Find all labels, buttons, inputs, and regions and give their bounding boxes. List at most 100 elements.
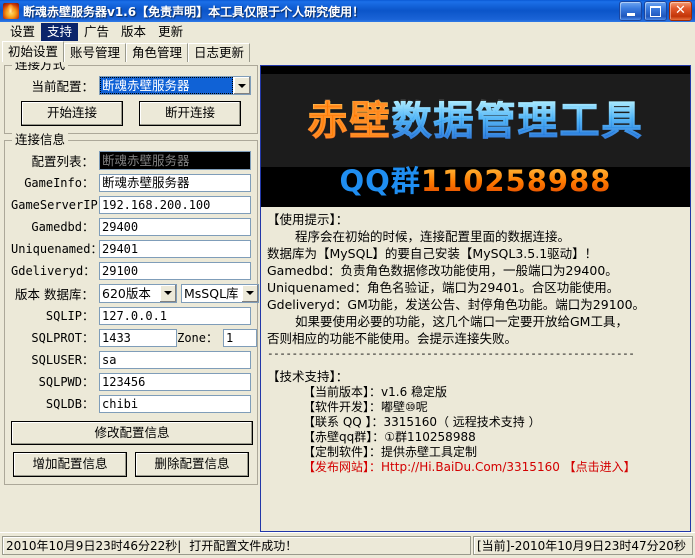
database-value: MsSQL库 xyxy=(182,285,241,302)
version-db-row: 版本 数据库： 620版本 MsSQL库 xyxy=(11,284,251,303)
tab-account-management[interactable]: 账号管理 xyxy=(64,43,126,62)
support-key-qqgroup: 【赤壁qq群】： xyxy=(303,430,384,444)
connection-info-group: 连接信息 配置列表： 断魂赤壁服务器 GameInfo： 断魂赤壁服务器 Gam… xyxy=(4,140,258,485)
close-button[interactable]: ✕ xyxy=(669,1,692,21)
modify-config-button[interactable]: 修改配置信息 xyxy=(11,421,253,446)
delete-config-button[interactable]: 删除配置信息 xyxy=(135,452,249,477)
version-value: 620版本 xyxy=(100,285,159,302)
tab-strip: 初始设置 账号管理 角色管理 日志更新 xyxy=(0,41,695,62)
zone-input[interactable]: 1 xyxy=(223,329,257,347)
support-value-website[interactable]: Http://Hi.BaiDu.Com/3315160 【点击进入】 xyxy=(381,460,636,474)
window-title: 断魂赤壁服务器v1.6【免责声明】本工具仅限于个人研究使用！ xyxy=(23,3,364,20)
support-key-custom: 【定制软件】： xyxy=(303,445,381,459)
sqlpwd-input[interactable]: 123456 xyxy=(99,373,251,391)
banner-title-row: 赤壁数据管理工具 xyxy=(261,74,690,167)
menu-item-update[interactable]: 更新 xyxy=(152,23,189,41)
sqlip-row: SQLIP： 127.0.0.1 xyxy=(11,307,251,325)
gameserverip-row: GameServerIP： 192.168.200.100 xyxy=(11,196,251,214)
menu-bar: 设置 支持 广告 版本 更新 xyxy=(0,22,695,41)
current-config-combobox[interactable]: 断魂赤壁服务器 xyxy=(99,76,251,95)
support-key-qq: 【联系 QQ 】： xyxy=(303,415,384,429)
support-value-version: v1.6 稳定版 xyxy=(381,385,447,399)
minimize-button[interactable] xyxy=(619,1,642,21)
gameinfo-input[interactable]: 断魂赤壁服务器 xyxy=(99,174,251,192)
sqlip-input[interactable]: 127.0.0.1 xyxy=(99,307,251,325)
sqlpwd-label: SQLPWD： xyxy=(11,373,99,390)
chevron-down-icon[interactable] xyxy=(159,285,176,302)
menu-item-version[interactable]: 版本 xyxy=(115,23,152,41)
gameinfo-label: GameInfo： xyxy=(11,174,99,191)
uniquenamed-input[interactable]: 29401 xyxy=(99,240,251,258)
support-key-website: 【发布网站】： xyxy=(303,460,381,474)
config-action-buttons: 增加配置信息 删除配置信息 xyxy=(11,452,251,477)
gameserverip-label: GameServerIP： xyxy=(11,196,99,213)
add-config-button[interactable]: 增加配置信息 xyxy=(13,452,127,477)
sqldb-input[interactable]: chibi xyxy=(99,395,251,413)
connection-buttons: 开始连接 断开连接 xyxy=(11,101,251,126)
tips-line-4: Uniquenamed：角色名验证，端口为29401。合区功能使用。 xyxy=(267,279,684,296)
support-key-version: 【当前版本】： xyxy=(303,385,381,399)
tips-line-6: 如果要使用必要的功能，这几个端口一定要开放给GM工具， xyxy=(267,313,684,330)
support-heading: 【技术支持】： xyxy=(267,368,684,385)
banner-qq-label: QQ群 xyxy=(340,167,421,196)
sqluser-label: SQLUSER： xyxy=(11,351,99,368)
database-combobox[interactable]: MsSQL库 xyxy=(181,284,259,303)
zone-label: Zone： xyxy=(177,329,223,346)
start-connect-button[interactable]: 开始连接 xyxy=(21,101,123,126)
gamedbd-row: Gamedbd： 29400 xyxy=(11,218,251,236)
support-line-version: 【当前版本】：v1.6 稳定版 xyxy=(267,385,684,400)
sqlpwd-row: SQLPWD： 123456 xyxy=(11,373,251,391)
sqlprot-label: SQLPROT： xyxy=(11,329,99,346)
tips-line-3: Gamedbd：负责角色数据修改功能使用，一般端口为29400。 xyxy=(267,262,684,279)
menu-item-ads[interactable]: 广告 xyxy=(78,23,115,41)
tab-initial-setup[interactable]: 初始设置 xyxy=(2,41,64,62)
connection-info-legend: 连接信息 xyxy=(12,133,68,147)
application-window: 断魂赤壁服务器v1.6【免责声明】本工具仅限于个人研究使用！ ✕ 设置 支持 广… xyxy=(0,0,695,558)
support-value-custom: 提供赤壁工具定制 xyxy=(381,445,477,459)
config-list-box[interactable]: 断魂赤壁服务器 xyxy=(99,151,251,170)
flame-icon xyxy=(3,3,19,19)
support-line-website[interactable]: 【发布网站】：Http://Hi.BaiDu.Com/3315160 【点击进入… xyxy=(267,460,684,475)
title-bar-left: 断魂赤壁服务器v1.6【免责声明】本工具仅限于个人研究使用！ xyxy=(0,3,619,20)
gamedbd-label: Gamedbd： xyxy=(11,218,99,235)
current-config-value: 断魂赤壁服务器 xyxy=(100,77,233,94)
config-list-row: 配置列表： 断魂赤壁服务器 xyxy=(11,151,251,170)
tips-heading: 【使用提示】： xyxy=(267,211,684,228)
status-left-panel: 2010年10月9日23时46分22秒 | 打开配置文件成功！ xyxy=(2,536,471,555)
info-panel: 赤壁数据管理工具 QQ群110258988 【使用提示】： 程序会在初始的时候，… xyxy=(260,65,691,532)
gdeliveryd-input[interactable]: 29100 xyxy=(99,262,251,280)
support-line-developer: 【软件开发】：嘟壁⑩呢 xyxy=(267,400,684,415)
tips-line-1: 程序会在初始的时候，连接配置里面的数据连接。 xyxy=(267,228,684,245)
spacer xyxy=(267,360,684,368)
maximize-icon xyxy=(650,6,661,17)
menu-item-support[interactable]: 支持 xyxy=(41,23,78,41)
connection-method-body: 当前配置： 断魂赤壁服务器 开始连接 断开连接 xyxy=(5,66,257,133)
sqluser-input[interactable]: sa xyxy=(99,351,251,369)
gameserverip-input[interactable]: 192.168.200.100 xyxy=(99,196,251,214)
support-value-developer: 嘟壁⑩呢 xyxy=(381,400,428,414)
connection-method-legend: 连接方式 xyxy=(12,62,68,72)
title-bar: 断魂赤壁服务器v1.6【免责声明】本工具仅限于个人研究使用！ ✕ xyxy=(0,0,695,22)
disconnect-button[interactable]: 断开连接 xyxy=(139,101,241,126)
tips-line-2: 数据库为【MySQL】的要自己安装【MySQL3.5.1驱动】！ xyxy=(267,245,684,262)
banner-qq-row: QQ群110258988 xyxy=(261,167,690,196)
support-value-qq: 3315160（ 远程技术支持 ） xyxy=(384,415,541,429)
sqldb-label: SQLDB： xyxy=(11,395,99,412)
sqlip-label: SQLIP： xyxy=(11,307,99,324)
maximize-button[interactable] xyxy=(644,1,667,21)
version-combobox[interactable]: 620版本 xyxy=(99,284,177,303)
tab-log-update[interactable]: 日志更新 xyxy=(188,43,250,62)
gamedbd-input[interactable]: 29400 xyxy=(99,218,251,236)
chevron-down-icon[interactable] xyxy=(233,77,250,94)
tips-line-5: Gdeliveryd：GM功能，发送公告、封停角色功能。端口为29100。 xyxy=(267,296,684,313)
sqlprot-input[interactable]: 1433 xyxy=(99,329,177,347)
connection-method-group: 连接方式 当前配置： 断魂赤壁服务器 开始连接 断开连接 xyxy=(4,65,258,134)
uniquenamed-row: Uniquenamed： 29401 xyxy=(11,240,251,258)
menu-item-settings[interactable]: 设置 xyxy=(4,23,41,41)
tab-role-management[interactable]: 角色管理 xyxy=(126,43,188,62)
gdeliveryd-label: Gdeliveryd： xyxy=(11,262,99,279)
status-separator: | xyxy=(177,539,189,553)
support-line-custom: 【定制软件】：提供赤壁工具定制 xyxy=(267,445,684,460)
help-text-area: 【使用提示】： 程序会在初始的时候，连接配置里面的数据连接。 数据库为【MySQ… xyxy=(261,207,690,531)
chevron-down-icon[interactable] xyxy=(241,285,258,302)
